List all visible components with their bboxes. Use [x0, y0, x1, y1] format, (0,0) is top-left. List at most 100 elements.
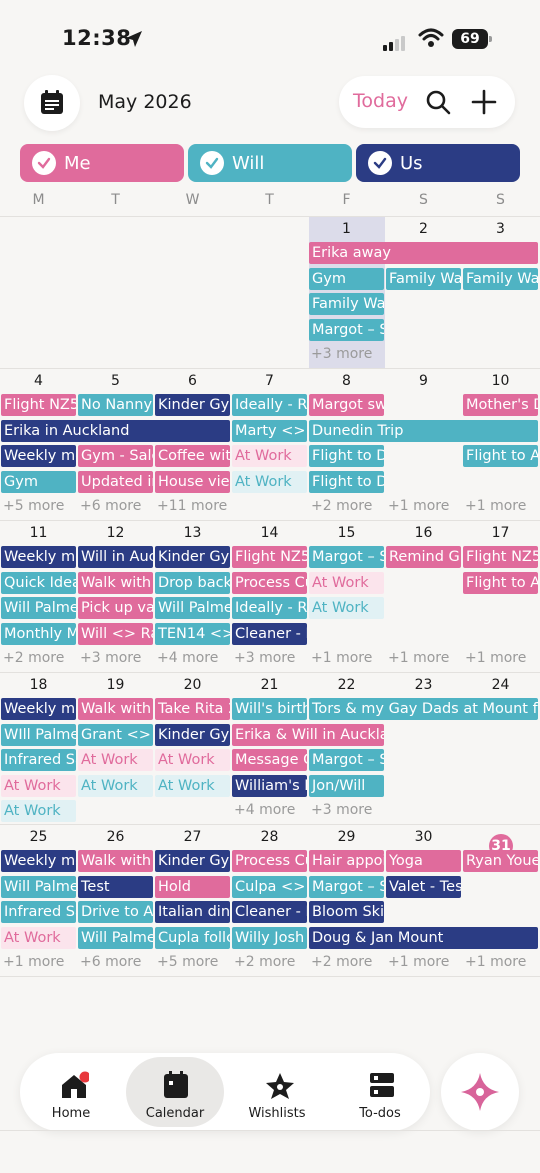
- event-chip[interactable]: Kinder Gyr: [155, 394, 230, 416]
- event-chip[interactable]: William's B: [232, 774, 307, 797]
- nav-home[interactable]: Home: [22, 1057, 120, 1127]
- event-chip[interactable]: Kinder Gyr: [155, 850, 230, 872]
- event-chip[interactable]: Process Cu: [232, 850, 307, 872]
- more-events-link[interactable]: +5 more: [154, 954, 231, 970]
- event-chip[interactable]: Will Palme: [155, 597, 230, 619]
- event-chip[interactable]: Walk with: [78, 698, 153, 720]
- event-chip[interactable]: Weekly me: [1, 698, 76, 720]
- event-chip[interactable]: Walk with: [78, 850, 153, 872]
- event-chip[interactable]: Flight NZ5: [232, 546, 307, 568]
- event-chip[interactable]: Flight to D: [309, 470, 384, 493]
- event-chip[interactable]: Margot – S: [309, 318, 384, 341]
- event-chip[interactable]: Process Cu: [232, 571, 307, 594]
- more-events-link[interactable]: +2 more: [308, 954, 385, 970]
- event-chip[interactable]: Ideally - RS: [232, 394, 307, 416]
- day-number[interactable]: 19: [77, 677, 154, 693]
- event-chip[interactable]: Will Palme: [1, 875, 76, 898]
- day-number[interactable]: 2: [385, 221, 462, 237]
- event-chip[interactable]: TEN14 <> W: [155, 622, 230, 645]
- day-number[interactable]: 15: [308, 525, 385, 541]
- event-chip[interactable]: Updated in: [78, 470, 153, 493]
- event-chip[interactable]: Marty <> W: [232, 419, 307, 442]
- event-chip[interactable]: Erika away: [309, 242, 538, 264]
- event-chip[interactable]: Flight NZ5: [463, 546, 538, 568]
- more-events-link[interactable]: +1 more: [385, 954, 462, 970]
- day-number[interactable]: 21: [231, 677, 308, 693]
- event-chip[interactable]: Hold: [155, 875, 230, 898]
- day-number[interactable]: 14: [231, 525, 308, 541]
- event-chip[interactable]: Flight to A: [463, 445, 538, 467]
- event-chip[interactable]: Will Palme: [78, 926, 153, 949]
- more-events-link[interactable]: +1 more: [0, 954, 77, 970]
- day-number[interactable]: 1: [308, 221, 385, 237]
- day-number[interactable]: 12: [77, 525, 154, 541]
- event-chip[interactable]: Erika & Will in Aucklan: [232, 723, 384, 746]
- event-chip[interactable]: Cleaner - M: [232, 622, 307, 645]
- more-events-link[interactable]: +4 more: [154, 650, 231, 666]
- more-events-link[interactable]: +1 more: [462, 650, 539, 666]
- event-chip[interactable]: Culpa <> Ti: [232, 875, 307, 898]
- event-chip[interactable]: Take Rita 2: [155, 698, 230, 720]
- event-chip[interactable]: Infrared Sa: [1, 749, 76, 771]
- event-chip[interactable]: Flight to D: [309, 445, 384, 467]
- event-chip[interactable]: Walk with: [78, 571, 153, 594]
- event-chip[interactable]: Flight to A: [463, 571, 538, 594]
- event-chip[interactable]: Margot sw: [309, 394, 384, 416]
- event-chip[interactable]: At Work: [78, 774, 153, 797]
- day-number[interactable]: 9: [385, 373, 462, 389]
- day-number[interactable]: 24: [462, 677, 539, 693]
- event-chip[interactable]: Infrared Sa: [1, 901, 76, 923]
- event-chip[interactable]: Margot – S: [309, 546, 384, 568]
- event-chip[interactable]: Cupla follc: [155, 926, 230, 949]
- calendar-list-button[interactable]: [24, 75, 80, 131]
- event-chip[interactable]: At Work: [155, 774, 230, 797]
- event-chip[interactable]: Mother's D: [463, 394, 538, 416]
- event-chip[interactable]: Italian dinr: [155, 901, 230, 923]
- event-chip[interactable]: At Work: [309, 571, 384, 594]
- event-chip[interactable]: Test: [78, 875, 153, 898]
- event-chip[interactable]: Will <> Rafe: [78, 622, 153, 645]
- filter-me[interactable]: Me: [20, 144, 184, 182]
- day-number[interactable]: 20: [154, 677, 231, 693]
- day-number[interactable]: 29: [308, 829, 385, 845]
- day-number[interactable]: 13: [154, 525, 231, 541]
- event-chip[interactable]: Monthly M: [1, 622, 76, 645]
- event-chip[interactable]: Doug & Jan Mount: [309, 926, 538, 949]
- more-events-link[interactable]: +1 more: [385, 498, 462, 514]
- more-events-link[interactable]: +3 more: [308, 346, 385, 362]
- day-number[interactable]: 27: [154, 829, 231, 845]
- event-chip[interactable]: At Work: [1, 774, 76, 797]
- event-chip[interactable]: Weekly me: [1, 850, 76, 872]
- filter-will[interactable]: Will: [188, 144, 352, 182]
- event-chip[interactable]: Gym: [309, 267, 384, 290]
- event-chip[interactable]: WIll Palme: [1, 723, 76, 746]
- event-chip[interactable]: Family Wa: [463, 267, 538, 290]
- event-chip[interactable]: At Work: [1, 926, 76, 949]
- day-number[interactable]: 23: [385, 677, 462, 693]
- event-chip[interactable]: Family Wa: [386, 267, 461, 290]
- more-events-link[interactable]: +3 more: [77, 650, 154, 666]
- nav-todos[interactable]: To-dos: [331, 1057, 429, 1127]
- event-chip[interactable]: Gym: [1, 470, 76, 493]
- event-chip[interactable]: Valet - Tes: [386, 875, 461, 898]
- more-events-link[interactable]: +5 more: [0, 498, 77, 514]
- event-chip[interactable]: Margot – S: [309, 875, 384, 898]
- more-events-link[interactable]: +2 more: [231, 954, 308, 970]
- event-chip[interactable]: Yoga: [386, 850, 461, 872]
- day-number[interactable]: 6: [154, 373, 231, 389]
- day-number[interactable]: 3: [462, 221, 539, 237]
- event-chip[interactable]: Erika in Auckland: [1, 419, 230, 442]
- day-number[interactable]: 30: [385, 829, 462, 845]
- event-chip[interactable]: Weekly me: [1, 445, 76, 467]
- more-events-link[interactable]: +3 more: [308, 802, 385, 818]
- day-number[interactable]: 17: [462, 525, 539, 541]
- filter-us[interactable]: Us: [356, 144, 520, 182]
- nav-wishlists[interactable]: Wishlists: [228, 1057, 326, 1127]
- more-events-link[interactable]: +1 more: [462, 498, 539, 514]
- event-chip[interactable]: At Work: [232, 470, 307, 493]
- event-chip[interactable]: Flight NZ5: [1, 394, 76, 416]
- event-chip[interactable]: Bloom Skir: [309, 901, 384, 923]
- event-chip[interactable]: Will Palme: [1, 597, 76, 619]
- day-number[interactable]: 8: [308, 373, 385, 389]
- event-chip[interactable]: Quick Idea: [1, 571, 76, 594]
